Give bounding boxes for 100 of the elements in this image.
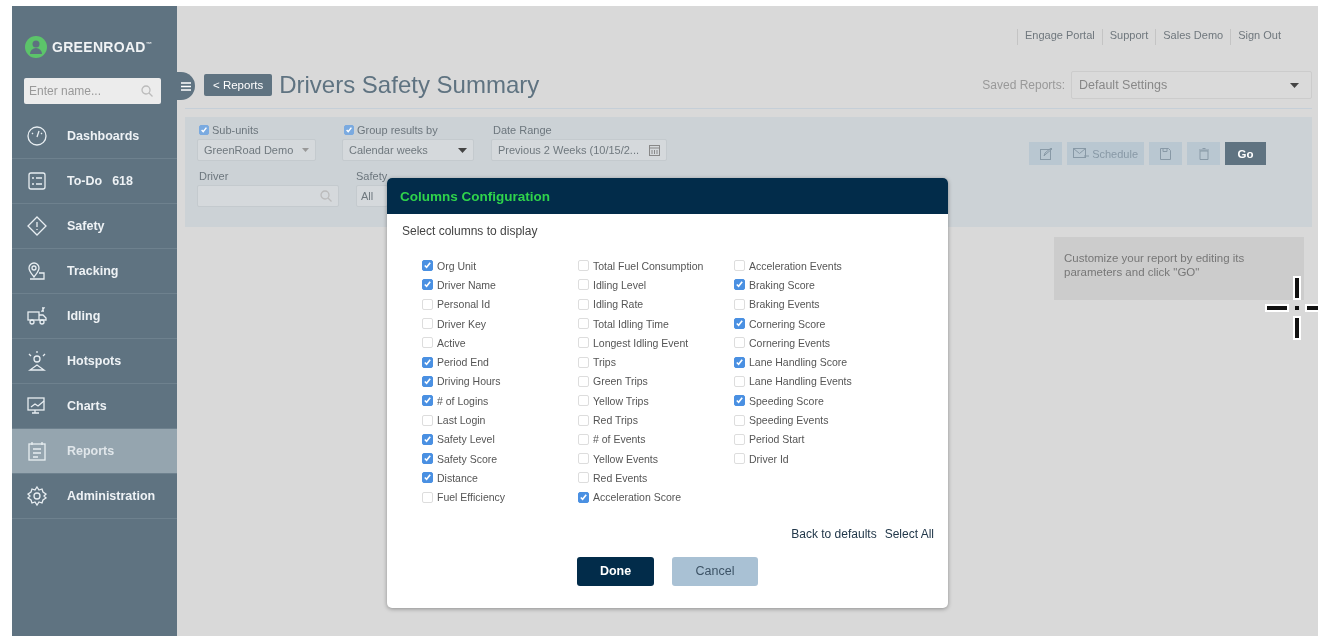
date-range-field[interactable]: Previous 2 Weeks (10/15/2... — [491, 139, 667, 161]
checkbox-label: Fuel Efficiency — [437, 491, 506, 504]
checkbox[interactable] — [344, 125, 354, 135]
checkbox-label: Green Trips — [593, 375, 648, 388]
checkbox-label: Speeding Score — [749, 394, 824, 407]
checkbox-label: Red Events — [593, 471, 648, 484]
floppy-icon — [1160, 147, 1171, 160]
dialog-link[interactable]: Select All — [884, 526, 934, 541]
checkbox-label: Braking Score — [749, 278, 815, 291]
checkbox-label: Red Trips — [593, 414, 638, 426]
tooltip: Customize your report by editing its parameters and click "GO" — [1054, 237, 1304, 300]
map-pin-icon — [26, 260, 48, 282]
checkbox-label: Lane Handling Events — [749, 375, 852, 388]
checkbox[interactable] — [422, 453, 433, 465]
checkbox-label: Yellow Events — [593, 452, 658, 465]
hotspot-icon — [26, 350, 48, 372]
envelope-icon — [1073, 148, 1090, 159]
delete-button[interactable] — [1187, 142, 1220, 165]
checkbox-label: Driver Id — [749, 452, 789, 465]
search-icon — [320, 190, 332, 202]
calendar-icon — [649, 144, 660, 156]
back-button[interactable]: < Reports — [204, 74, 273, 96]
checkbox[interactable] — [422, 433, 433, 445]
menu-icon — [181, 81, 191, 91]
checkbox[interactable] — [422, 260, 433, 272]
header-link[interactable]: Sales Demo — [1155, 29, 1231, 45]
field-label: Driver — [199, 169, 230, 183]
checkbox-label: Idling Rate — [593, 298, 644, 311]
checkbox-label: Braking Events — [749, 298, 820, 311]
sidebar-item[interactable]: Hotspots — [12, 339, 177, 384]
go-button[interactable]: Go — [1225, 142, 1266, 165]
edit-button[interactable] — [1029, 142, 1063, 165]
field-label: Sub-units — [212, 124, 259, 136]
truck-icon — [26, 305, 48, 327]
checkbox-label: # of Logins — [437, 394, 489, 407]
logo-text: GREENROAD$^{™}$ — [52, 39, 153, 55]
checkbox-label: Distance — [437, 471, 478, 484]
todo-count: 618 — [112, 174, 134, 188]
sidebar-item[interactable]: Idling — [12, 294, 177, 339]
search-icon — [141, 85, 153, 97]
checkbox[interactable] — [578, 491, 589, 503]
page-title: Drivers Safety Summary — [279, 71, 540, 99]
checkbox-label: Total Idling Time — [593, 317, 669, 330]
saved-reports-dropdown[interactable]: Default Settings — [1071, 71, 1312, 99]
checkbox-label: Cornering Score — [749, 317, 826, 330]
done-button[interactable]: Done — [577, 556, 654, 586]
caret-icon — [1290, 82, 1299, 88]
dialog-title: Columns Configuration — [387, 178, 948, 214]
checkbox[interactable] — [422, 472, 433, 484]
sidebar-item[interactable]: Tracking — [12, 249, 177, 294]
sidebar-item[interactable]: Administration — [12, 474, 177, 519]
group-by-dropdown[interactable]: Calendar weeks — [342, 139, 474, 161]
checkbox[interactable] — [199, 125, 209, 135]
field-label: Date Range — [493, 123, 553, 137]
checkbox-label: Safety Level — [437, 433, 495, 446]
gauge-icon — [26, 125, 48, 147]
warning-icon — [26, 215, 48, 237]
checkbox-label: Acceleration Events — [749, 259, 842, 272]
sidebar-item[interactable]: Dashboards — [12, 114, 177, 159]
search-field[interactable]: Enter name... — [24, 78, 161, 104]
checkbox[interactable] — [422, 279, 433, 291]
logo-icon — [25, 36, 47, 58]
save-button[interactable] — [1149, 142, 1182, 165]
checkbox[interactable] — [422, 395, 433, 407]
header-link[interactable]: Engage Portal — [1017, 29, 1102, 45]
checkbox-label: Yellow Trips — [593, 394, 649, 407]
dialog-subtitle: Select columns to display — [402, 224, 539, 238]
dialog-link[interactable]: Back to defaults — [791, 526, 877, 541]
saved-reports-label: Saved Reports: — [982, 78, 1065, 92]
checkbox-label: Acceleration Score — [593, 491, 682, 504]
checkbox-label: Last Login — [437, 414, 486, 426]
checkbox-label: Org Unit — [437, 259, 477, 272]
checkbox-label: Driving Hours — [437, 375, 501, 388]
sub-units-dropdown[interactable]: GreenRoad Demo — [197, 139, 316, 161]
sidebar-item[interactable]: To-Do 618 — [12, 159, 177, 204]
cancel-button[interactable]: Cancel — [672, 556, 758, 586]
checkbox[interactable] — [734, 395, 745, 407]
checkbox[interactable] — [734, 318, 745, 330]
header-link[interactable]: Sign Out — [1230, 29, 1288, 45]
checkbox-label: Period Start — [749, 433, 805, 446]
checkbox-label: Trips — [593, 356, 616, 369]
checkbox-label: Lane Handling Score — [749, 356, 848, 369]
checkbox[interactable] — [422, 375, 433, 387]
checkbox-label: Driver Name — [437, 278, 496, 291]
report-icon — [26, 440, 48, 462]
checkbox[interactable] — [734, 356, 745, 368]
caret-icon — [302, 148, 309, 152]
monitor-chart-icon — [26, 395, 48, 417]
safety-dropdown[interactable]: All — [356, 185, 388, 207]
checkbox-label: Idling Level — [593, 278, 647, 291]
header-link[interactable]: Support — [1101, 29, 1156, 45]
driver-search-field[interactable] — [197, 185, 339, 207]
sidebar-item[interactable]: Safety — [12, 204, 177, 249]
gear-icon — [26, 485, 48, 507]
checkbox-label: Cornering Events — [749, 336, 831, 349]
checkbox-label: Speeding Events — [749, 414, 829, 426]
edit-icon — [1039, 147, 1052, 160]
caret-icon — [458, 147, 467, 153]
checkbox[interactable] — [734, 279, 745, 291]
checkbox[interactable] — [422, 356, 433, 368]
